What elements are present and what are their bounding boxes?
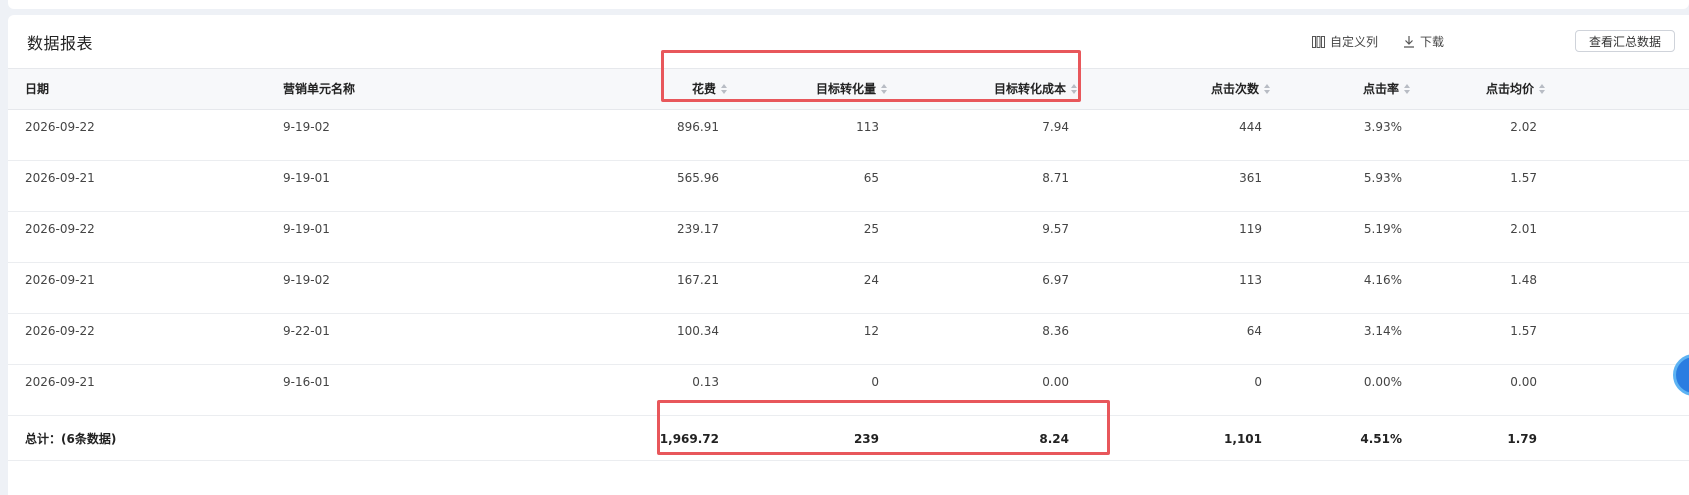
cell-cpc: 2.01 xyxy=(1510,222,1537,236)
total-cpc: 1.79 xyxy=(1507,432,1537,446)
sort-icon[interactable] xyxy=(1071,84,1077,94)
columns-icon xyxy=(1312,35,1325,48)
cell-conversions: 12 xyxy=(863,324,879,338)
sort-icon[interactable] xyxy=(1404,84,1410,94)
column-header-conversion-cost-label: 目标转化成本 xyxy=(993,82,1066,96)
cell-cost: 565.96 xyxy=(677,171,719,185)
table-row: 2026-09-22 9-19-01 239.17 25 9.57 119 5.19% 2.0… xyxy=(8,211,1689,263)
column-header-unit-name: 营销单元名称 xyxy=(283,82,356,96)
column-header-clicks-label: 点击次数 xyxy=(1210,82,1259,96)
cell-cpc: 1.57 xyxy=(1510,171,1537,185)
column-header-conversions-label: 目标转化量 xyxy=(815,82,876,96)
cell-unit-name: 9-19-02 xyxy=(283,273,330,287)
cell-conversion-cost: 9.57 xyxy=(1042,222,1069,236)
column-header-cpc-label: 点击均价 xyxy=(1485,82,1534,96)
custom-columns-label: 自定义列 xyxy=(1330,35,1379,49)
sort-icon[interactable] xyxy=(721,84,727,94)
sort-icon[interactable] xyxy=(881,84,887,94)
cell-cost: 239.17 xyxy=(677,222,719,236)
cell-conversion-cost: 6.97 xyxy=(1042,273,1069,287)
cell-unit-name: 9-22-01 xyxy=(283,324,330,338)
card-header: 数据报表 自定义列 下载 查看汇总数据 xyxy=(8,15,1689,68)
cell-ctr: 0.00% xyxy=(1363,375,1402,389)
cell-date: 2026-09-21 xyxy=(25,273,95,287)
table-row: 2026-09-21 9-16-01 0.13 0 0.00 0 0.00% 0.00 xyxy=(8,364,1689,416)
cell-cost: 100.34 xyxy=(677,324,719,338)
cell-clicks: 0 xyxy=(1254,375,1262,389)
column-header-cost-label: 花费 xyxy=(691,82,716,96)
cell-clicks: 113 xyxy=(1239,273,1262,287)
table-row: 2026-09-21 9-19-02 167.21 24 6.97 113 4.16% 1.4… xyxy=(8,262,1689,314)
cell-cpc: 1.48 xyxy=(1510,273,1537,287)
cell-date: 2026-09-21 xyxy=(25,171,95,185)
cell-date: 2026-09-22 xyxy=(25,120,95,134)
table-header: 日期 营销单元名称 花费 目标转化量 目标转化成本 点击次数 点击率 点击均价 xyxy=(8,68,1689,110)
total-conversions: 239 xyxy=(853,432,879,446)
cell-cost: 0.13 xyxy=(692,375,719,389)
total-ctr: 4.51% xyxy=(1360,432,1402,446)
cell-ctr: 3.14% xyxy=(1363,324,1402,338)
top-card-edge xyxy=(8,0,1689,9)
data-report-card: 数据报表 自定义列 下载 查看汇总数据 日期 营销单元名称 花费 目标转化量 目… xyxy=(8,15,1689,495)
cell-conversion-cost: 8.36 xyxy=(1042,324,1069,338)
cell-clicks: 444 xyxy=(1239,120,1262,134)
cell-conversions: 0 xyxy=(871,375,879,389)
cell-unit-name: 9-19-01 xyxy=(283,171,330,185)
total-conversion-cost: 8.24 xyxy=(1039,432,1069,446)
total-row: 总计：(6条数据) 1,969.72 239 8.24 1,101 4.51% … xyxy=(8,414,1689,461)
table-row: 2026-09-22 9-22-01 100.34 12 8.36 64 3.14% 1.57 xyxy=(8,313,1689,365)
table-row: 2026-09-22 9-19-02 896.91 113 7.94 444 3.93% 2.… xyxy=(8,109,1689,161)
cell-conversion-cost: 7.94 xyxy=(1042,120,1069,134)
cell-unit-name: 9-16-01 xyxy=(283,375,330,389)
download-button[interactable]: 下载 xyxy=(1403,33,1444,50)
cell-cpc: 0.00 xyxy=(1510,375,1537,389)
cell-date: 2026-09-22 xyxy=(25,324,95,338)
column-header-date: 日期 xyxy=(25,82,50,96)
cell-cpc: 1.57 xyxy=(1510,324,1537,338)
cell-cpc: 2.02 xyxy=(1510,120,1537,134)
cell-unit-name: 9-19-02 xyxy=(283,120,330,134)
cell-unit-name: 9-19-01 xyxy=(283,222,330,236)
sort-icon[interactable] xyxy=(1539,84,1545,94)
column-header-ctr-label: 点击率 xyxy=(1362,82,1399,96)
cell-clicks: 361 xyxy=(1239,171,1262,185)
column-header-conversion-cost[interactable]: 目标转化成本 xyxy=(994,69,1077,109)
download-icon xyxy=(1403,35,1415,48)
column-header-cost[interactable]: 花费 xyxy=(692,69,727,109)
total-label: 总计：(6条数据) xyxy=(25,432,117,446)
custom-columns-button[interactable]: 自定义列 xyxy=(1312,33,1378,50)
column-header-clicks[interactable]: 点击次数 xyxy=(1211,69,1270,109)
cell-clicks: 64 xyxy=(1246,324,1262,338)
cell-ctr: 4.16% xyxy=(1363,273,1402,287)
cell-ctr: 5.19% xyxy=(1363,222,1402,236)
view-summary-button[interactable]: 查看汇总数据 xyxy=(1575,30,1675,52)
column-header-conversions[interactable]: 目标转化量 xyxy=(816,69,887,109)
cell-date: 2026-09-22 xyxy=(25,222,95,236)
cell-conversions: 24 xyxy=(863,273,879,287)
page-title: 数据报表 xyxy=(27,34,94,53)
cell-conversions: 25 xyxy=(863,222,879,236)
table-row: 2026-09-21 9-19-01 565.96 65 8.71 361 5.93% 1.5… xyxy=(8,160,1689,212)
sort-icon[interactable] xyxy=(1264,84,1270,94)
cell-conversions: 113 xyxy=(856,120,879,134)
cell-ctr: 3.93% xyxy=(1363,120,1402,134)
cell-conversions: 65 xyxy=(863,171,879,185)
total-cost: 1,969.72 xyxy=(659,432,719,446)
cell-date: 2026-09-21 xyxy=(25,375,95,389)
column-header-cpc[interactable]: 点击均价 xyxy=(1486,69,1545,109)
cell-ctr: 5.93% xyxy=(1363,171,1402,185)
download-label: 下载 xyxy=(1420,35,1445,49)
total-clicks: 1,101 xyxy=(1224,432,1262,446)
cell-conversion-cost: 8.71 xyxy=(1042,171,1069,185)
cell-conversion-cost: 0.00 xyxy=(1042,375,1069,389)
cell-clicks: 119 xyxy=(1239,222,1262,236)
cell-cost: 896.91 xyxy=(677,120,719,134)
column-header-ctr[interactable]: 点击率 xyxy=(1363,69,1410,109)
cell-cost: 167.21 xyxy=(677,273,719,287)
